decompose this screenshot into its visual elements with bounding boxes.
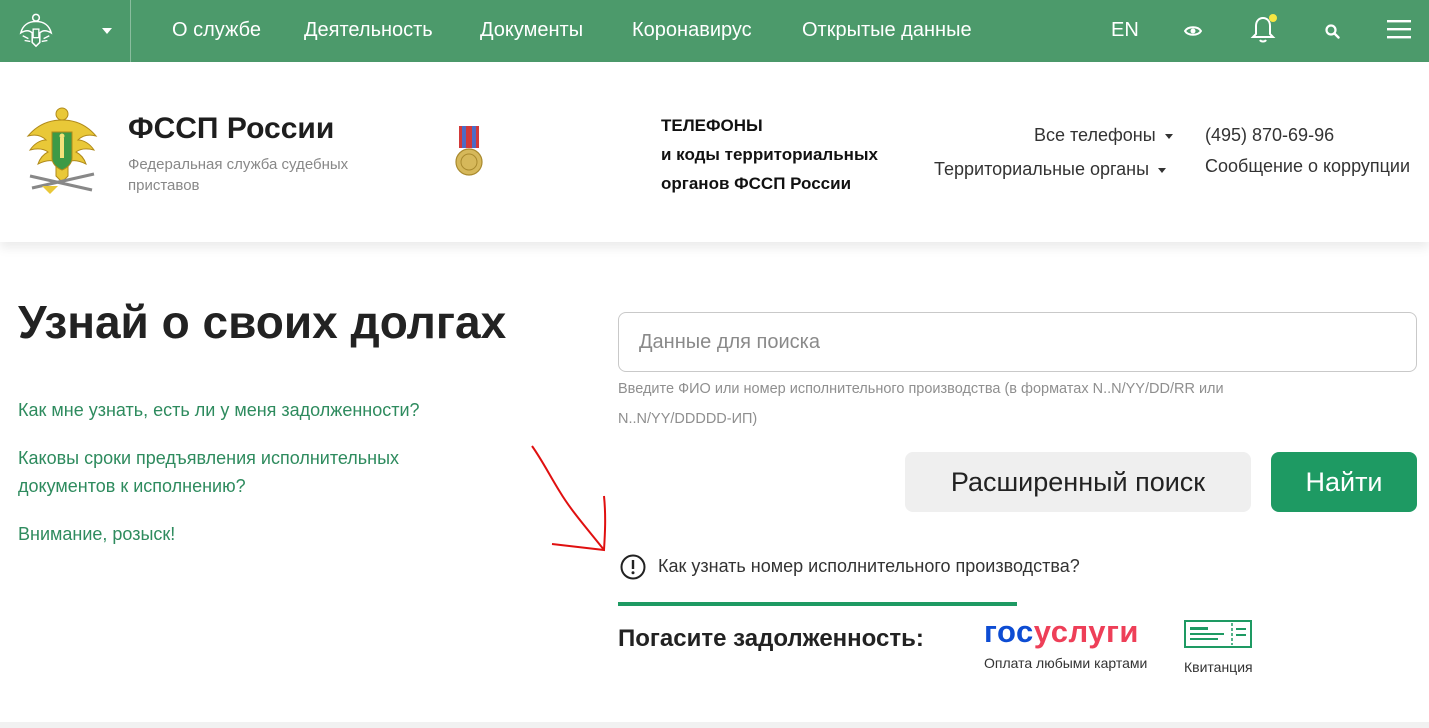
corruption-report-link[interactable]: Сообщение о коррупции <box>1205 156 1410 177</box>
emblem-icon <box>19 13 53 48</box>
emblem-menu[interactable] <box>0 0 131 62</box>
search-input[interactable] <box>618 312 1417 372</box>
chevron-down-icon[interactable] <box>102 28 112 34</box>
info-link-text: Как узнать номер исполнительного произво… <box>658 556 1080 576</box>
territorial-bodies-dropdown[interactable]: Территориальные органы <box>934 159 1167 180</box>
fssp-emblem-icon[interactable] <box>22 106 102 196</box>
bell-icon[interactable] <box>1250 12 1278 44</box>
find-button[interactable]: Найти <box>1271 452 1417 512</box>
phones-title[interactable]: ТЕЛЕФОНЫ и коды территориальных органов … <box>661 111 901 198</box>
nav-link-activity[interactable]: Деятельность <box>304 19 433 42</box>
advanced-search-button[interactable]: Расширенный поиск <box>905 452 1251 512</box>
nav-link-coronavirus[interactable]: Коронавирус <box>632 19 752 42</box>
menu-icon[interactable] <box>1387 19 1411 39</box>
red-arrow-annotation <box>531 445 607 552</box>
phone-link[interactable]: (495) 870-69-96 <box>1205 125 1334 146</box>
all-phones-dropdown[interactable]: Все телефоны <box>1034 125 1173 146</box>
faq-link-deadlines[interactable]: Каковы сроки предъявления исполнительных… <box>18 444 458 500</box>
gosuslugi-logo: госуслуги <box>984 614 1139 649</box>
top-nav: О службе Деятельность Документы Коронави… <box>0 0 1429 62</box>
faq-link-debts[interactable]: Как мне узнать, есть ли у меня задолженн… <box>18 396 498 424</box>
search-icon[interactable] <box>1325 24 1340 39</box>
language-switch[interactable]: EN <box>1111 19 1139 42</box>
site-header: ФССП России Федеральная служба судебных … <box>0 62 1429 242</box>
gosuslugi-payment-link[interactable]: госуслуги Оплата любыми картами <box>984 614 1159 672</box>
nav-link-about[interactable]: О службе <box>172 19 261 42</box>
footer-strip <box>0 722 1429 728</box>
medal-icon <box>455 126 483 176</box>
org-subtitle: Федеральная служба судебных приставов <box>128 156 349 194</box>
receipt-link[interactable]: Квитанция <box>1184 620 1264 675</box>
page-title: Узнай о своих долгах <box>18 296 507 348</box>
org-name[interactable]: ФССП России <box>128 112 334 146</box>
exclamation-circle-icon <box>620 554 646 580</box>
chevron-down-icon <box>1164 133 1173 139</box>
faq-link-wanted[interactable]: Внимание, розыск! <box>18 520 318 548</box>
receipt-caption: Квитанция <box>1184 659 1253 675</box>
gosuslugi-caption: Оплата любыми картами <box>984 655 1148 671</box>
nav-link-documents[interactable]: Документы <box>480 19 583 42</box>
pay-debt-title: Погасите задолженность: <box>618 625 924 652</box>
section-divider <box>618 602 1017 606</box>
chevron-down-icon <box>1158 167 1167 173</box>
nav-link-open-data[interactable]: Открытые данные <box>802 19 972 42</box>
search-hint: Введите ФИО или номер исполнительного пр… <box>618 381 1224 427</box>
eye-icon[interactable] <box>1184 24 1202 38</box>
receipt-icon <box>1184 620 1252 648</box>
